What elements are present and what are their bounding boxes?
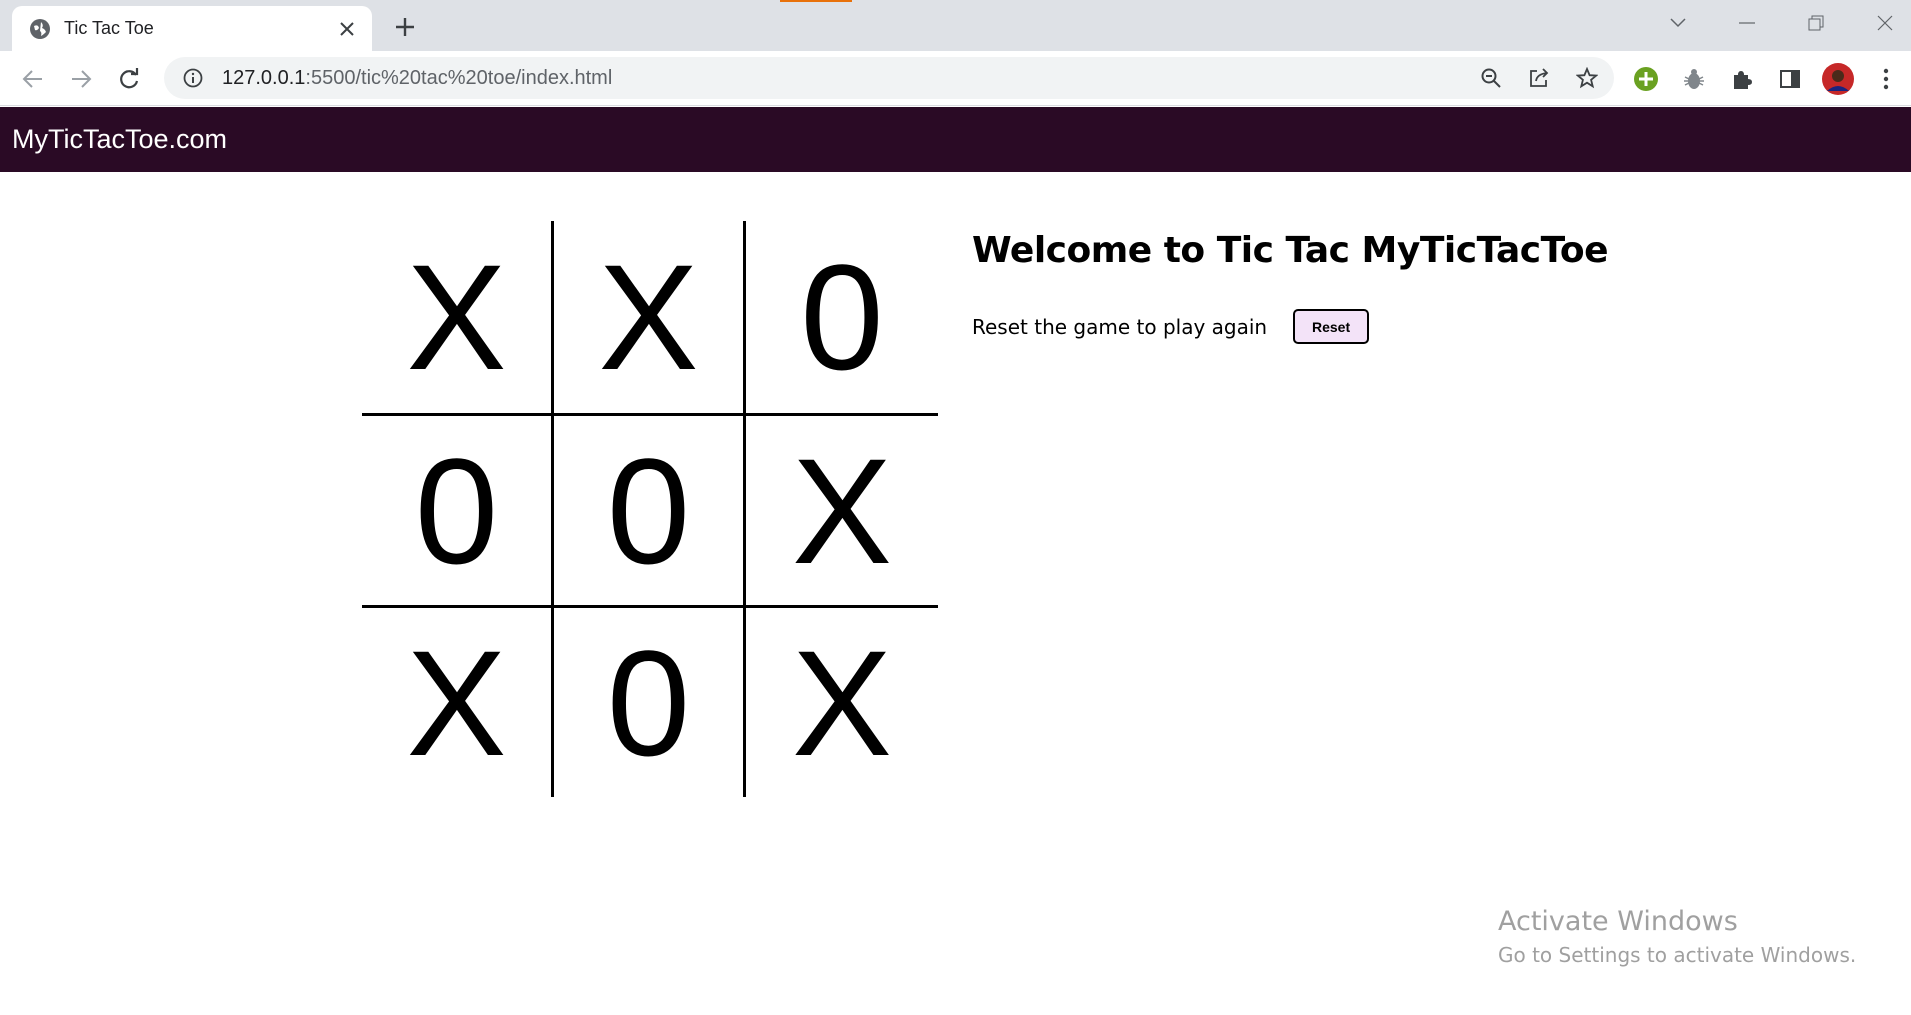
- browser-tab[interactable]: Tic Tac Toe: [12, 6, 372, 51]
- url-path: :5500/tic%20tac%20toe/index.html: [305, 66, 613, 89]
- back-icon[interactable]: [16, 62, 50, 96]
- activation-watermark: Activate Windows Go to Settings to activ…: [1498, 906, 1856, 967]
- plus-icon[interactable]: [390, 12, 420, 42]
- loading-indicator: [780, 0, 852, 2]
- reset-row: Reset the game to play again Reset: [972, 309, 1370, 344]
- extension-add-icon[interactable]: [1629, 62, 1663, 96]
- bug-icon[interactable]: [1677, 62, 1711, 96]
- board-cell[interactable]: 0: [554, 605, 746, 797]
- info-icon[interactable]: [176, 61, 210, 95]
- url-text: 127.0.0.1:5500/tic%20tac%20toe/index.htm…: [222, 67, 612, 90]
- forward-icon[interactable]: [64, 62, 98, 96]
- page-title: Welcome to Tic Tac MyTicTacToe: [972, 230, 1609, 271]
- tab-strip: Tic Tac Toe: [0, 0, 1911, 51]
- board-cell[interactable]: 0: [746, 221, 938, 413]
- tab-title: Tic Tac Toe: [64, 18, 154, 38]
- more-icon[interactable]: [1869, 62, 1903, 96]
- reload-icon[interactable]: [112, 62, 146, 96]
- globe-icon: [30, 18, 50, 39]
- chevron-down-icon[interactable]: [1658, 8, 1698, 38]
- board-cell[interactable]: 0: [362, 413, 554, 605]
- site-navbar: MyTicTacToe.com: [0, 107, 1911, 172]
- board-cell[interactable]: X: [554, 221, 746, 413]
- puzzle-icon[interactable]: [1725, 62, 1759, 96]
- board-cell[interactable]: X: [362, 221, 554, 413]
- zoom-out-icon[interactable]: [1474, 61, 1508, 95]
- star-icon[interactable]: [1570, 61, 1604, 95]
- url-host: 127.0.0.1: [222, 66, 306, 89]
- side-panel-icon[interactable]: [1773, 62, 1807, 96]
- window-close-icon[interactable]: [1865, 8, 1905, 38]
- omnibox-actions: [1474, 61, 1604, 95]
- close-icon[interactable]: [336, 18, 358, 40]
- board-cell[interactable]: 0: [554, 413, 746, 605]
- site-brand[interactable]: MyTicTacToe.com: [12, 124, 227, 155]
- restore-icon[interactable]: [1796, 8, 1836, 38]
- board-cell[interactable]: X: [746, 413, 938, 605]
- share-icon[interactable]: [1522, 61, 1556, 95]
- minimize-icon[interactable]: [1727, 8, 1767, 38]
- info-panel: Welcome to Tic Tac MyTicTacToe Reset the…: [972, 230, 1609, 344]
- board-cell[interactable]: X: [362, 605, 554, 797]
- board-cell[interactable]: X: [746, 605, 938, 797]
- browser-toolbar: 127.0.0.1:5500/tic%20tac%20toe/index.htm…: [0, 51, 1911, 106]
- game-board: X X 0 0 0 X X 0 X: [362, 221, 938, 799]
- address-bar[interactable]: 127.0.0.1:5500/tic%20tac%20toe/index.htm…: [164, 57, 1614, 99]
- watermark-title: Activate Windows: [1498, 906, 1738, 937]
- avatar[interactable]: [1821, 62, 1855, 96]
- watermark-subtitle: Go to Settings to activate Windows.: [1498, 943, 1857, 967]
- reset-button[interactable]: Reset: [1293, 309, 1370, 344]
- reset-description: Reset the game to play again: [972, 314, 1268, 339]
